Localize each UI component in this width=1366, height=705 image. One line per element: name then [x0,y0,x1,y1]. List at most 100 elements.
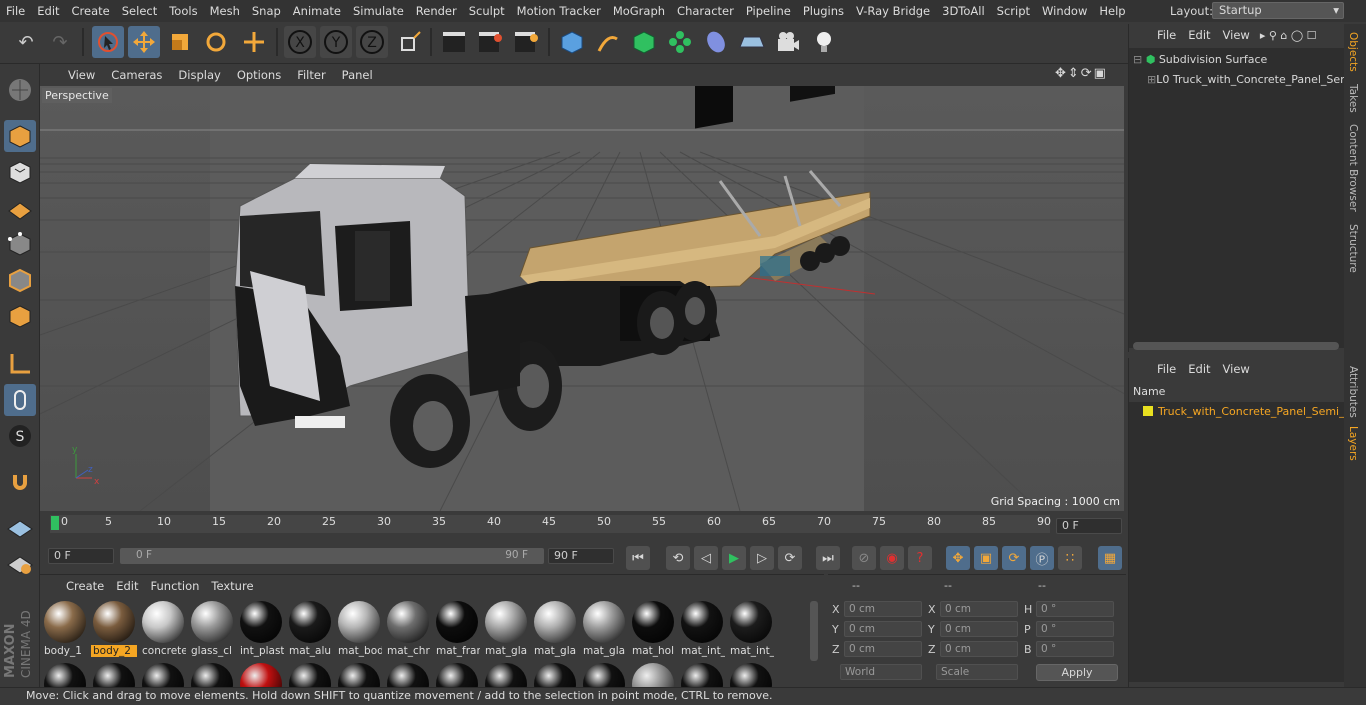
menu-motion-tracker[interactable]: Motion Tracker [511,4,607,18]
key-rotation-icon[interactable]: ⟳ [1002,546,1026,570]
menu-mograph[interactable]: MoGraph [607,4,671,18]
menu-sculpt[interactable]: Sculpt [463,4,511,18]
coord-value-field[interactable]: 0 cm [844,621,922,637]
object-menu-view[interactable]: View [1217,28,1256,42]
end-frame-field[interactable]: 90 F [548,548,614,564]
render-settings-icon[interactable] [510,26,542,58]
material-menu-edit[interactable]: Edit [110,579,144,593]
viewport-menu-filter[interactable]: Filter [289,68,333,82]
menu-edit[interactable]: Edit [31,4,65,18]
viewport-menu-options[interactable]: Options [229,68,289,82]
material-menu-texture[interactable]: Texture [205,579,259,593]
material-swatch[interactable]: mat_alu [287,599,333,659]
material-preview[interactable] [191,663,233,687]
material-swatch[interactable]: mat_int_ [679,599,725,659]
workplane-lock-icon[interactable] [4,512,36,544]
menu-select[interactable]: Select [116,4,163,18]
menu-file[interactable]: File [0,4,31,18]
workplane-mode-icon[interactable] [4,192,36,224]
material-swatch[interactable]: mat_int_ [728,599,774,659]
edges-mode-icon[interactable] [4,264,36,296]
go-to-start-icon[interactable]: ⏮ [626,546,650,570]
make-editable-icon[interactable] [4,74,36,106]
menu-character[interactable]: Character [671,4,740,18]
menu-simulate[interactable]: Simulate [347,4,410,18]
menu-create[interactable]: Create [66,4,116,18]
viewport-menu-display[interactable]: Display [170,68,228,82]
current-frame-field[interactable]: 0 F [1056,518,1122,534]
material-scrollbar[interactable] [810,601,818,661]
tab-attributes[interactable]: Attributes [1347,366,1359,418]
coord-value-field[interactable]: 0 ° [1036,621,1114,637]
object-row-subdivision[interactable]: ⊟ ⬢ Subdivision Surface [1129,50,1345,70]
menu-render[interactable]: Render [410,4,463,18]
tab-structure[interactable]: Structure [1347,224,1359,273]
grid-snap-icon[interactable] [4,548,36,580]
move-icon[interactable] [128,26,160,58]
material-preview[interactable] [240,663,282,687]
menu-tools[interactable]: Tools [163,4,203,18]
snap-icon[interactable] [4,466,36,498]
key-position-icon[interactable]: ✥ [946,546,970,570]
material-swatch[interactable]: mat_gla [532,599,578,659]
tab-layers[interactable]: Layers [1347,426,1359,461]
material-preview[interactable] [436,663,478,687]
layer-color-swatch[interactable] [1143,406,1153,416]
material-preview[interactable] [485,663,527,687]
object-row-truck[interactable]: ⊞L0 Truck_with_Concrete_Panel_Semi [1129,70,1345,90]
viewport-camera-label[interactable]: Perspective [42,88,112,103]
coord-value-field[interactable]: 0 ° [1036,601,1114,617]
tab-content-browser[interactable]: Content Browser [1347,124,1359,212]
object-toolbar-icons[interactable]: ▸ ⚲ ⌂ ◯ ☐ [1260,29,1317,42]
tweak-mode-icon[interactable] [4,384,36,416]
perspective-viewport[interactable]: y xz Perspective Grid Spacing : 1000 cm [40,86,1124,511]
undo-icon[interactable]: ↶ [10,26,42,58]
apply-button[interactable]: Apply [1036,664,1118,681]
material-swatch[interactable]: glass_cl [189,599,235,659]
coord-value-field[interactable]: 0 cm [940,641,1018,657]
material-preview[interactable] [289,663,331,687]
coord-value-field[interactable]: 0 ° [1036,641,1114,657]
layer-menu-edit[interactable]: Edit [1182,362,1216,376]
menu-vray-bridge[interactable]: V-Ray Bridge [850,4,936,18]
object-list[interactable]: ⊟ ⬢ Subdivision Surface ⊞L0 Truck_with_C… [1129,48,1345,348]
render-view-icon[interactable] [438,26,470,58]
viewport-menu-view[interactable]: View [60,68,103,82]
model-mode-icon[interactable] [4,120,36,152]
previous-key-icon[interactable]: ⟲ [666,546,690,570]
solo-icon[interactable]: S [4,420,36,452]
live-selection-icon[interactable] [92,26,124,58]
cloner-icon[interactable] [664,26,696,58]
material-preview[interactable] [632,663,674,687]
layer-row-truck[interactable]: Truck_with_Concrete_Panel_Semi_ [1129,402,1345,422]
start-frame-field[interactable]: 0 F [48,548,114,564]
pen-spline-icon[interactable] [592,26,624,58]
timeline-window-icon[interactable]: ▦ [1098,546,1122,570]
deformer-icon[interactable] [700,26,732,58]
material-preview[interactable] [142,663,184,687]
cube-primitive-icon[interactable] [556,26,588,58]
menu-3dtoall[interactable]: 3DToAll [936,4,991,18]
points-mode-icon[interactable] [4,228,36,260]
material-swatch[interactable]: concrete [140,599,186,659]
menu-plugins[interactable]: Plugins [797,4,850,18]
coord-value-field[interactable]: 0 cm [940,601,1018,617]
expand-icon[interactable]: ⊟ [1133,53,1146,66]
viewport-menu-panel[interactable]: Panel [334,68,381,82]
texture-mode-icon[interactable] [4,156,36,188]
coordinate-system-icon[interactable] [394,26,426,58]
material-swatch[interactable]: int_plast [238,599,284,659]
material-preview[interactable] [730,663,772,687]
object-menu-file[interactable]: File [1151,28,1182,42]
scale-icon[interactable] [164,26,196,58]
material-preview[interactable] [44,663,86,687]
playhead[interactable] [51,516,59,530]
x-axis-icon[interactable]: X [284,26,316,58]
coord-value-field[interactable]: 0 cm [940,621,1018,637]
coord-value-field[interactable]: 0 cm [844,601,922,617]
material-swatch[interactable]: mat_gla [581,599,627,659]
viewport-menu-cameras[interactable]: Cameras [103,68,170,82]
tab-takes[interactable]: Takes [1347,84,1359,113]
material-swatch[interactable]: mat_fran [434,599,480,659]
menu-help[interactable]: Help [1093,4,1131,18]
